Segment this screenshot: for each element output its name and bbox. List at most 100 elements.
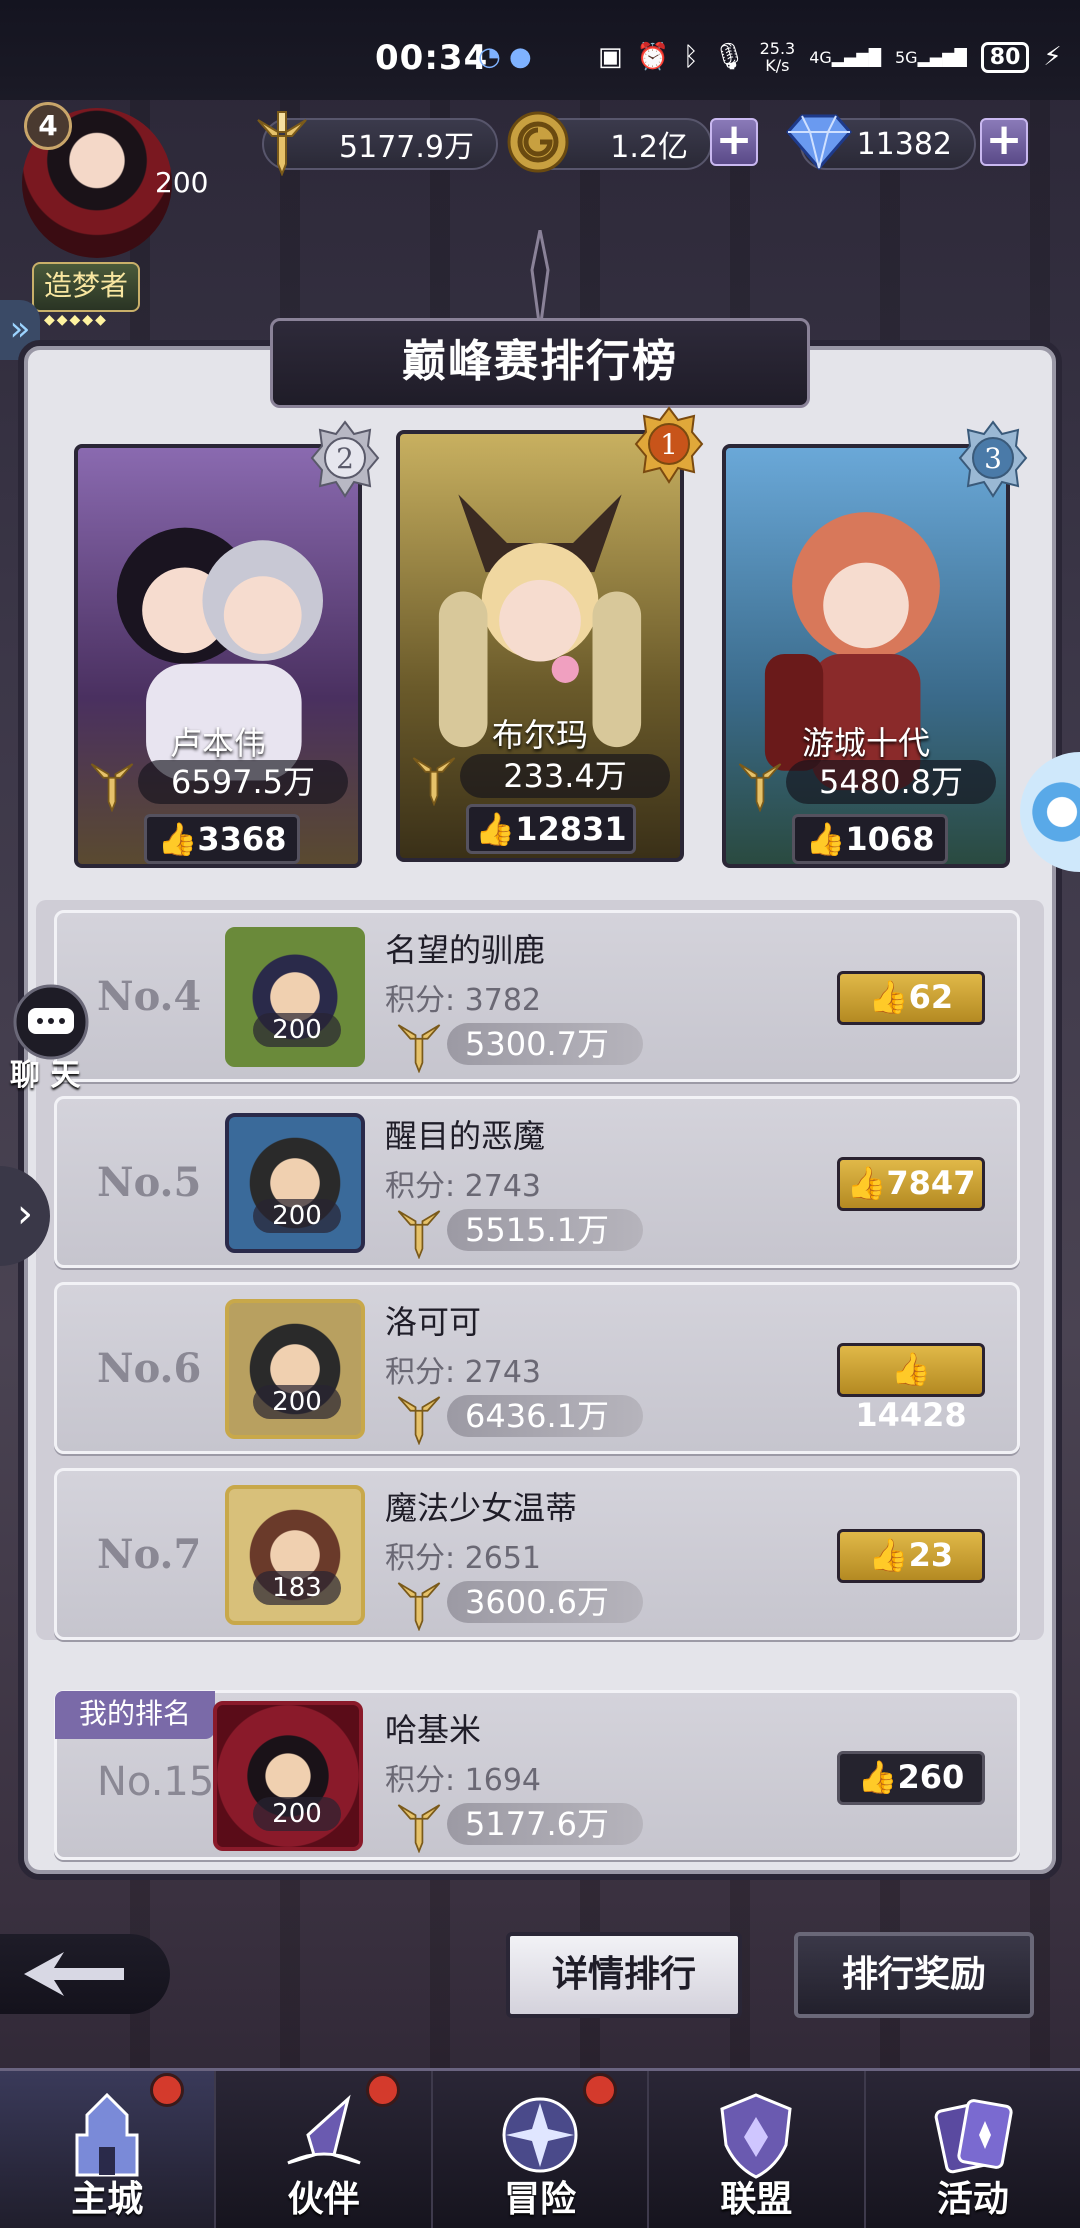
tab-partners[interactable]: 伙伴 — [216, 2071, 433, 2228]
power-value: 5177.9万 — [339, 130, 474, 165]
podium-like-button[interactable]: 👍1068 — [792, 814, 948, 864]
player-name: 醒目的恶魔 — [385, 1117, 546, 1155]
player-title-tag[interactable]: 造梦者 — [32, 262, 140, 312]
power-sword-icon — [397, 1582, 441, 1631]
like-button[interactable]: 👍23 — [837, 1529, 985, 1583]
rank-number: No.4 — [97, 973, 202, 1020]
tab-label: 联盟 — [720, 2178, 793, 2220]
page-title: 巅峰赛排行榜 — [270, 318, 810, 408]
podium-likes: 1068 — [845, 820, 935, 858]
thumbs-up-icon: 👍 — [805, 820, 846, 858]
avatar-level: 200 — [253, 1797, 341, 1831]
rank-number: No.5 — [97, 1159, 202, 1206]
chat-label: 聊 天 — [10, 1058, 81, 1093]
title-ornament-icon — [530, 230, 550, 330]
thumbs-up-icon: 👍 — [475, 810, 516, 848]
podium-card-1[interactable]: 布尔玛 233.4万 👍12831 — [396, 430, 684, 862]
svg-text:1: 1 — [660, 428, 678, 461]
podium-card-3[interactable]: 游城十代 5480.8万 👍1068 — [722, 444, 1010, 868]
add-diamond-button[interactable]: + — [980, 118, 1028, 166]
status-right-icons: ▣ ⏰ ᛒ 🎙 25.3 K/s 4G▂▄▆█ 5G▂▄▆█ 80 ⚡ — [598, 40, 1062, 74]
avatar-level: 200 — [253, 1385, 341, 1419]
tab-label: 冒险 — [504, 2178, 577, 2220]
like-button[interactable]: 👍 14428 — [837, 1343, 985, 1434]
podium-like-button[interactable]: 👍12831 — [466, 804, 636, 854]
player-power: 5300.7万 — [447, 1023, 643, 1065]
tab-adventure[interactable]: 冒险 — [433, 2071, 650, 2228]
power-sword-icon — [397, 1804, 441, 1853]
tab-events[interactable]: 活动 — [866, 2071, 1080, 2228]
like-count: 62 — [908, 978, 954, 1016]
signal-2-icon: 5G▂▄▆█ — [895, 47, 967, 67]
power-sword-icon — [738, 763, 782, 812]
avatar-level: 183 — [253, 1571, 341, 1605]
tab-alliance[interactable]: 联盟 — [649, 2071, 866, 2228]
like-count: 260 — [897, 1758, 965, 1796]
rank-reward-button[interactable]: 排行奖励 — [794, 1932, 1034, 2018]
notification-badge — [366, 2073, 401, 2107]
podium-likes: 3368 — [197, 820, 287, 858]
nfc-icon: ▣ — [598, 42, 623, 72]
table-row[interactable]: No.7 183 魔法少女温蒂 积分: 2651 3600.6万 👍23 — [54, 1468, 1020, 1640]
status-bar: 00:34 ◔ ● ▣ ⏰ ᛒ 🎙 25.3 K/s 4G▂▄▆█ 5G▂▄▆█ … — [0, 0, 1080, 100]
back-button[interactable] — [0, 1934, 170, 2014]
back-arrow-icon — [24, 1952, 124, 1996]
power-sword-icon — [252, 106, 312, 176]
battery-indicator: 80 — [980, 41, 1030, 73]
avatar-level: 200 — [253, 1199, 341, 1233]
bottom-nav: 主城 伙伴 冒险 联盟 活动 — [0, 2068, 1080, 2228]
thumbs-up-icon: 👍 — [857, 1758, 898, 1796]
like-count: 14428 — [855, 1396, 967, 1434]
my-rank-row[interactable]: 我的排名 No.15 200 哈基米 积分: 1694 5177.6万 👍260 — [54, 1690, 1020, 1860]
bluetooth-icon: ᛒ — [682, 42, 699, 72]
notification-icons: ◔ ● — [478, 42, 532, 72]
rank-3-medal-icon: 3 — [958, 420, 1028, 498]
detail-rank-button[interactable]: 详情排行 — [506, 1932, 742, 2018]
table-row[interactable]: No.6 200 洛可可 积分: 2743 6436.1万 👍14428 — [54, 1282, 1020, 1454]
player-power: 6436.1万 — [447, 1395, 643, 1437]
notification-badge — [582, 2073, 617, 2107]
chat-button[interactable]: 聊 天 — [6, 982, 96, 1093]
player-avatar[interactable]: 4 — [4, 98, 174, 268]
player-power: 5177.6万 — [447, 1803, 643, 1845]
table-row[interactable]: No.5 200 醒目的恶魔 积分: 2743 5515.1万 👍7847 — [54, 1096, 1020, 1268]
signal-1-icon: 4G▂▄▆█ — [809, 47, 881, 67]
notification-badge — [150, 2073, 184, 2107]
like-button[interactable]: 👍62 — [837, 971, 985, 1025]
player-level: 200 — [155, 166, 209, 199]
rank-1-medal-icon: 1 — [634, 406, 704, 484]
player-name: 魔法少女温蒂 — [385, 1489, 578, 1527]
avatar-level: 200 — [253, 1013, 341, 1047]
podium-power: 233.4万 — [460, 754, 670, 798]
add-gold-button[interactable]: + — [710, 118, 758, 166]
like-count: 7847 — [886, 1164, 976, 1202]
rank-number: No.7 — [97, 1531, 202, 1578]
thumbs-up-icon: 👍 — [846, 1164, 887, 1202]
thumbs-up-icon: 👍 — [157, 820, 198, 858]
svg-text:2: 2 — [336, 442, 354, 475]
like-count: 23 — [908, 1536, 954, 1574]
title-stars: ◆◆◆◆◆ — [44, 312, 108, 328]
tab-main-city[interactable]: 主城 — [0, 2071, 217, 2228]
gold-value: 1.2亿 — [610, 130, 688, 165]
podium-like-button[interactable]: 👍3368 — [144, 814, 300, 864]
mic-icon: 🎙 — [712, 42, 746, 72]
rank-number: No.6 — [97, 1345, 202, 1392]
power-sword-icon — [412, 757, 456, 806]
player-name: 名望的驯鹿 — [385, 931, 546, 969]
like-button[interactable]: 👍260 — [837, 1751, 985, 1805]
player-name: 洛可可 — [385, 1303, 482, 1341]
thumbs-up-icon: 👍 — [868, 978, 909, 1016]
table-row[interactable]: No.4 200 名望的驯鹿 积分: 3782 5300.7万 👍62 — [54, 910, 1020, 1082]
rank-2-medal-icon: 2 — [310, 420, 380, 498]
podium-card-2[interactable]: 卢本伟 6597.5万 👍3368 — [74, 444, 362, 868]
chat-bubble-icon — [13, 984, 89, 1060]
power-sword-icon — [90, 763, 134, 812]
diamond-value: 11382 — [856, 126, 952, 162]
thumbs-up-icon: 👍 — [891, 1350, 931, 1388]
player-power: 3600.6万 — [447, 1581, 643, 1623]
tab-label: 伙伴 — [287, 2178, 360, 2220]
like-button[interactable]: 👍7847 — [837, 1157, 985, 1211]
rank-number: No.15 — [97, 1759, 215, 1805]
player-level-badge: 4 — [24, 102, 72, 150]
